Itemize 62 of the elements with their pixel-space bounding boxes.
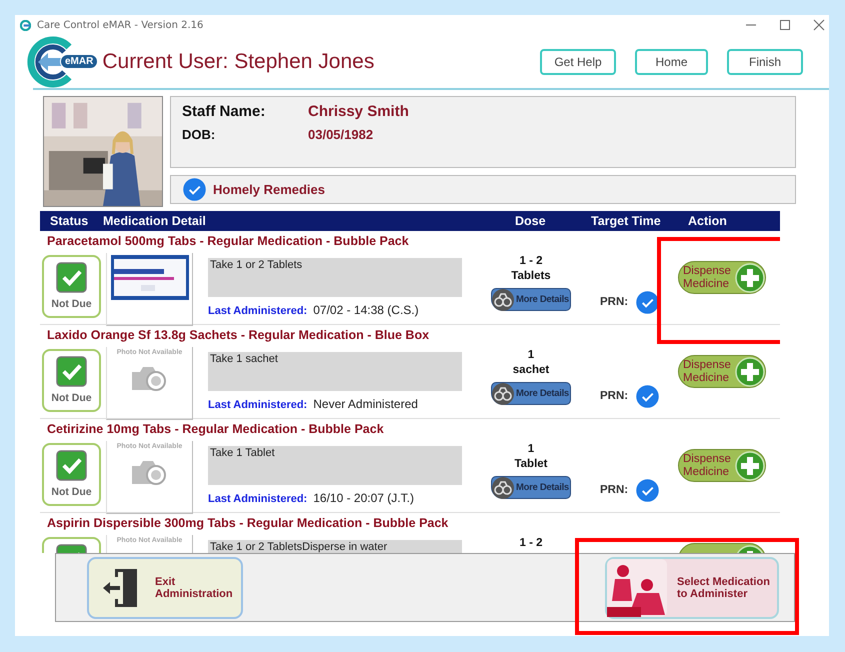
dispense-medicine-button[interactable]: Dispense Medicine xyxy=(678,449,766,482)
app-logo-icon xyxy=(20,20,31,30)
dispense-medicine-button[interactable]: Dispense Medicine xyxy=(678,355,766,388)
last-administered-value: 07/02 - 14:38 (C.S.) xyxy=(313,303,419,317)
header-button[interactable]: Get Help xyxy=(540,48,616,74)
instructions-box: Take 1 Tablet xyxy=(208,446,462,485)
binoculars-icon xyxy=(492,382,514,404)
column-header: Dose xyxy=(515,214,547,228)
medication-title: Cetirizine 10mg Tabs - Regular Medication - Bubble Pack xyxy=(47,422,385,438)
plus-icon xyxy=(735,357,765,387)
nurse-and-patient-icon xyxy=(607,558,667,616)
footer-button[interactable]: Exit Administration xyxy=(87,556,243,618)
status-label: Not Due xyxy=(51,486,92,498)
column-header: Action xyxy=(688,214,727,228)
instructions-box: Take 1 or 2 Tablets xyxy=(208,258,462,297)
column-header: Status xyxy=(50,214,90,228)
header-button[interactable]: Finish xyxy=(727,48,803,74)
medication-title: Aspirin Dispersible 300mg Tabs - Regular Medication - Bubble Pack xyxy=(47,516,450,532)
header-button[interactable]: Home xyxy=(635,48,708,74)
last-administered-label: Last Administered: xyxy=(208,399,308,411)
homely-remedies-label: Homely Remedies xyxy=(213,182,325,197)
dose-text: Tablet xyxy=(514,457,548,472)
more-details-button[interactable]: More Details xyxy=(491,476,571,499)
last-administered-value: 16/10 - 20:07 (J.T.) xyxy=(313,491,414,505)
prn-label: PRN: xyxy=(600,390,628,402)
close-icon[interactable] xyxy=(813,19,825,31)
dose-text: 1 xyxy=(528,442,534,457)
status-label: Not Due xyxy=(51,298,92,310)
last-administered-value: Never Administered xyxy=(313,397,418,411)
dose-text: 1 xyxy=(528,348,534,363)
field-label: DOB: xyxy=(182,127,216,142)
field-value: Chrissy Smith xyxy=(308,103,409,120)
medication-title: Paracetamol 500mg Tabs - Regular Medication - Bubble Pack xyxy=(47,234,410,250)
binoculars-icon xyxy=(492,288,514,310)
prn-label: PRN: xyxy=(600,484,628,496)
status-label: Not Due xyxy=(51,392,92,404)
dose-text: 1 - 2 xyxy=(519,536,542,551)
current-user-heading: Current User: Stephen Jones xyxy=(102,50,374,74)
check-icon[interactable] xyxy=(183,178,206,201)
instructions-box: Take 1 or 2 TabletsDisperse in water xyxy=(208,540,462,553)
field-label: Staff Name: xyxy=(182,103,266,120)
last-administered-label: Last Administered: xyxy=(208,305,308,317)
prn-label: PRN: xyxy=(600,296,628,308)
medication-title: Laxido Orange Sf 13.8g Sachets - Regular Medication - Blue Box xyxy=(47,328,430,344)
field-value: 03/05/1982 xyxy=(308,127,374,142)
maximize-icon[interactable] xyxy=(779,19,791,31)
more-details-button[interactable]: More Details xyxy=(491,382,571,405)
last-administered-label: Last Administered: xyxy=(208,493,308,505)
instructions-box: Take 1 sachet xyxy=(208,352,462,391)
plus-icon xyxy=(735,263,765,293)
dispense-medicine-button[interactable]: Dispense Medicine xyxy=(678,261,766,294)
more-details-button[interactable]: More Details xyxy=(491,288,571,311)
window-title: Care Control eMAR - Version 2.16 xyxy=(37,20,204,30)
dose-text: Tablets xyxy=(511,269,551,284)
dose-text: 1 - 2 xyxy=(519,254,542,269)
column-header: Medication Detail xyxy=(103,214,207,228)
dose-text: sachet xyxy=(512,363,550,378)
footer-button[interactable]: Select Medication to Administer xyxy=(605,556,779,618)
plus-icon xyxy=(735,451,765,481)
column-header: Target Time xyxy=(591,214,662,228)
binoculars-icon xyxy=(492,476,514,498)
logo-badge: eMAR xyxy=(60,54,98,69)
